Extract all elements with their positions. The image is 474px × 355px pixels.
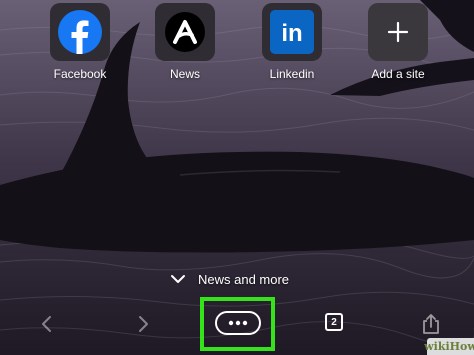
chevron-down-icon [171, 275, 185, 283]
shortcut-linkedin[interactable]: in Linkedin [244, 3, 340, 83]
shortcut-label: Facebook [53, 67, 107, 81]
share-icon [423, 314, 439, 334]
forward-button[interactable] [130, 311, 158, 337]
wikihow-watermark: wikiHow [424, 338, 474, 355]
back-button[interactable] [32, 311, 60, 337]
svg-text:in: in [281, 20, 302, 47]
menu-button-highlight [200, 297, 275, 351]
news-icon [165, 12, 205, 52]
tabs-button[interactable]: 2 [325, 313, 343, 331]
shortcut-label: News [169, 67, 200, 81]
news-and-more-label: News and more [198, 271, 290, 287]
shortcut-news[interactable]: News [137, 3, 233, 83]
add-site-tile [368, 3, 428, 61]
linkedin-icon: in [270, 10, 314, 54]
news-and-more-toggle[interactable]: News and more [170, 270, 289, 288]
news-tile [155, 3, 215, 61]
facebook-tile [50, 3, 110, 61]
new-tab-page: Facebook News in Linkedin Add a site New… [0, 0, 474, 355]
tabs-count: 2 [331, 316, 337, 328]
plus-icon [387, 21, 409, 43]
watermark-text: wikiHow [424, 340, 474, 353]
facebook-icon [58, 10, 102, 54]
share-button[interactable] [418, 310, 444, 338]
chevron-right-icon [139, 316, 148, 332]
shortcut-label: Add a site [371, 67, 425, 81]
shortcut-facebook[interactable]: Facebook [32, 3, 128, 83]
shortcut-add-site[interactable]: Add a site [350, 3, 446, 83]
chevron-left-icon [42, 316, 51, 332]
linkedin-tile: in [262, 3, 322, 61]
shortcut-label: Linkedin [269, 67, 315, 81]
